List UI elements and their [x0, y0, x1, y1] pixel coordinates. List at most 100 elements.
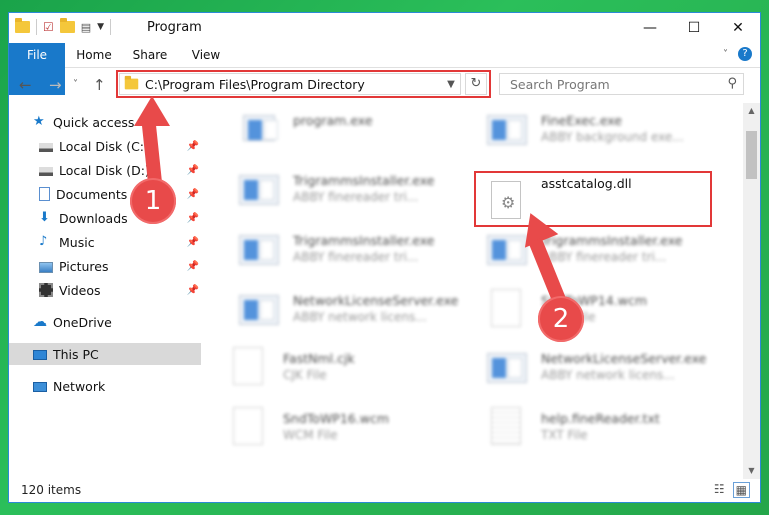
application-icon [239, 169, 279, 209]
pin-icon[interactable]: 📌 [187, 213, 199, 224]
list-item[interactable]: help.fineReader.txt TXT File [467, 401, 717, 453]
list-item[interactable]: TrigrammsInstaller.exe ABBY finereader t… [467, 223, 717, 275]
drive-icon [39, 143, 53, 152]
file-description: TXT File [541, 428, 588, 442]
network-icon [33, 382, 47, 392]
step-badge-2: 2 [538, 296, 584, 342]
sidebar-item-label: Local Disk (D:) [59, 162, 150, 178]
sidebar-item-local-disk-c[interactable]: Local Disk (C:) 📌 [9, 135, 201, 157]
sidebar-item-videos[interactable]: Videos 📌 [9, 279, 201, 301]
sidebar-item-label: Quick access [53, 114, 135, 130]
list-item[interactable]: FastNml.cjk CJK File [209, 341, 459, 393]
pin-icon[interactable]: 📌 [187, 141, 199, 152]
forward-button[interactable]: → [49, 76, 62, 94]
sidebar-item-label: OneDrive [53, 314, 112, 330]
list-item[interactable]: program.exe [219, 103, 469, 155]
file-name: NetworkLicenseServer.exe [541, 351, 707, 366]
pin-icon[interactable]: 📌 [187, 261, 199, 272]
scroll-up-icon[interactable]: ▲ [743, 103, 760, 119]
document-icon [229, 347, 269, 387]
properties-icon[interactable]: ☑ [43, 20, 54, 34]
title-bar: ☑ ▤ ▼ Program — ☐ ✕ [9, 13, 760, 43]
sidebar-item-network[interactable]: Network [9, 375, 201, 397]
search-icon: ⚲ [727, 76, 737, 91]
list-item[interactable]: NetworkLicenseServer.exe ABBY network li… [219, 283, 469, 335]
file-name: help.fineReader.txt [541, 411, 660, 426]
application-icon [239, 289, 279, 329]
sidebar-item-label: Local Disk (C:) [59, 138, 149, 154]
text-file-icon [487, 407, 527, 447]
customize-icon[interactable]: ▤ [81, 21, 91, 34]
tab-view[interactable]: View [183, 43, 229, 67]
window-controls: — ☐ ✕ [628, 13, 760, 43]
close-button[interactable]: ✕ [716, 13, 760, 43]
file-name: TrigrammsInstaller.exe [293, 233, 435, 248]
list-item[interactable]: SndToWP14.wcm WCM File [467, 283, 717, 335]
documents-icon [39, 187, 50, 201]
sidebar-item-label: This PC [53, 346, 99, 362]
music-icon: ♪ [39, 234, 48, 249]
recent-locations-button[interactable]: ˅ [73, 79, 78, 90]
tab-home[interactable]: Home [71, 43, 117, 67]
list-item[interactable]: FineExec.exe ABBY background exe... [467, 103, 717, 155]
file-highlight [474, 171, 712, 227]
sidebar-item-local-disk-d[interactable]: Local Disk (D:) 📌 [9, 159, 201, 181]
sidebar-item-label: Pictures [59, 258, 109, 274]
status-bar: 120 items ☷ ▦ [9, 478, 760, 502]
maximize-button[interactable]: ☐ [672, 13, 716, 43]
scrollbar-thumb[interactable] [746, 131, 757, 179]
list-item[interactable]: TrigrammsInstaller.exe ABBY finereader t… [219, 223, 469, 275]
pin-icon[interactable]: 📌 [187, 285, 199, 296]
list-item[interactable]: SndToWP16.wcm WCM File [209, 401, 459, 453]
download-icon: ⬇ [39, 210, 50, 225]
navigation-bar: ← → ˅ ↑ C:\Program Files\Program Directo… [9, 69, 760, 101]
file-description: WCM File [283, 428, 338, 442]
file-description: ABBY finereader tri... [293, 190, 419, 204]
document-icon [487, 289, 527, 329]
application-icon [487, 347, 527, 387]
videos-icon [39, 283, 53, 297]
sidebar-item-label: Downloads [59, 210, 128, 226]
file-description: CJK File [283, 368, 327, 382]
file-description: ABBY network licens... [293, 310, 427, 324]
back-button[interactable]: ← [19, 76, 32, 94]
address-highlight [116, 70, 491, 98]
new-folder-icon[interactable] [59, 18, 75, 33]
star-icon: ★ [33, 114, 45, 129]
cloud-icon: ☁ [33, 314, 47, 330]
step-badge-1: 1 [130, 178, 176, 224]
list-item[interactable]: NetworkLicenseServer.exe ABBY network li… [467, 341, 717, 393]
list-item[interactable]: TrigrammsInstaller.exe ABBY finereader t… [219, 163, 469, 215]
file-name: SndToWP16.wcm [283, 411, 389, 426]
sidebar-item-quick-access[interactable]: ★ Quick access [9, 111, 201, 133]
details-view-icon[interactable]: ☷ [714, 482, 725, 498]
explorer-window: ☑ ▤ ▼ Program — ☐ ✕ File Home Share View… [8, 12, 761, 503]
chevron-down-icon[interactable]: ▼ [97, 22, 104, 32]
minimize-button[interactable]: — [628, 13, 672, 43]
file-list: program.exe FineExec.exe ABBY background… [209, 103, 737, 473]
tab-share[interactable]: Share [127, 43, 173, 67]
pin-icon[interactable]: 📌 [187, 165, 199, 176]
view-switcher: ☷ ▦ [714, 482, 750, 498]
pin-icon[interactable]: 📌 [187, 237, 199, 248]
sidebar-item-label: Network [53, 378, 106, 394]
toolbar-separator [36, 19, 37, 35]
navigation-pane: ★ Quick access Local Disk (C:) 📌 Local D… [9, 109, 201, 469]
sidebar-item-music[interactable]: ♪ Music 📌 [9, 231, 201, 253]
pin-icon[interactable]: 📌 [187, 189, 199, 200]
scroll-down-icon[interactable]: ▼ [743, 463, 760, 479]
search-placeholder: Search Program [510, 76, 610, 92]
sidebar-item-onedrive[interactable]: ☁ OneDrive [9, 311, 201, 333]
search-input[interactable]: Search Program ⚲ [499, 73, 744, 95]
window-title: Program [147, 20, 202, 35]
file-description: ABBY network licens... [541, 368, 675, 382]
vertical-scrollbar[interactable]: ▲ ▼ [743, 103, 760, 479]
sidebar-item-this-pc[interactable]: This PC [9, 343, 201, 365]
large-icons-view-icon[interactable]: ▦ [732, 482, 750, 498]
sidebar-item-pictures[interactable]: Pictures 📌 [9, 255, 201, 277]
up-button[interactable]: ↑ [93, 76, 106, 94]
expand-ribbon-icon[interactable]: ˅ [723, 49, 728, 60]
ribbon-tabs: File Home Share View ˅ ? [9, 43, 760, 95]
folder-icon [15, 18, 30, 33]
help-icon[interactable]: ? [738, 47, 752, 61]
